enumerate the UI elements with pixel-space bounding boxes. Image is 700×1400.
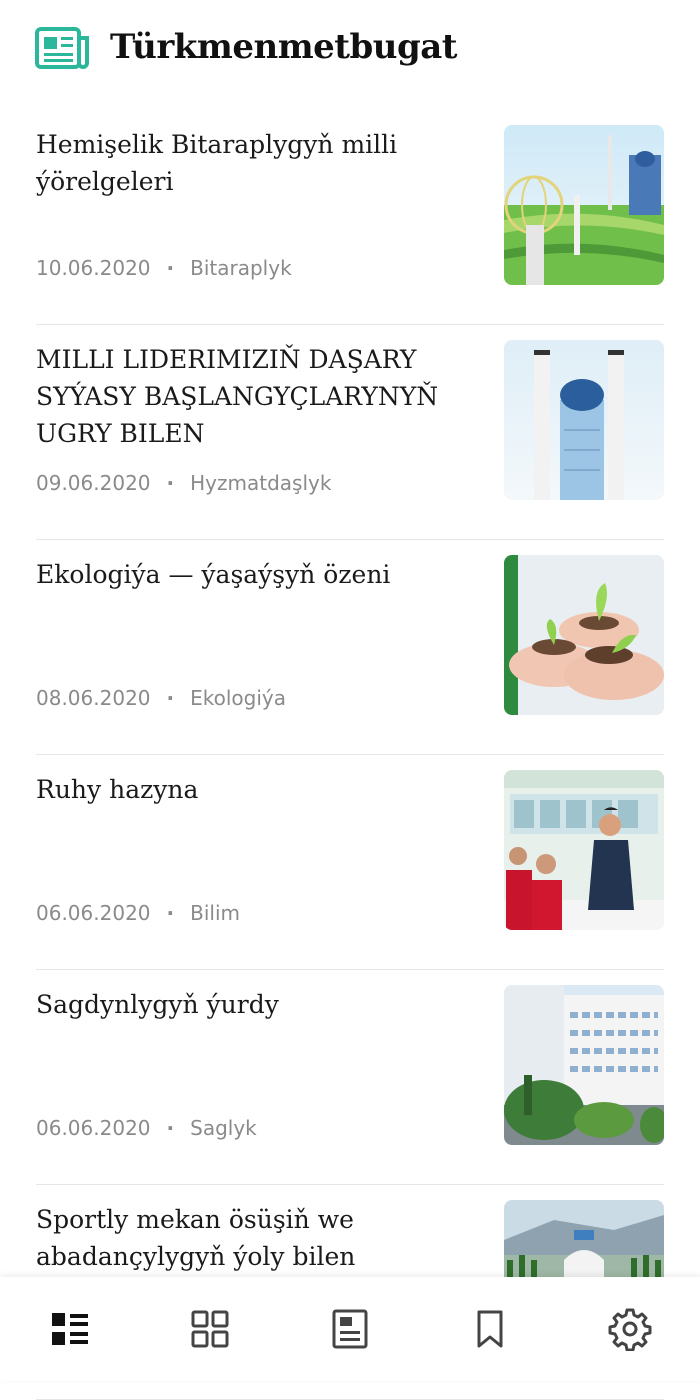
article-category: Saglyk	[190, 1116, 257, 1140]
article-meta: 06.06.2020 · Saglyk	[36, 1116, 257, 1140]
article-date: 06.06.2020	[36, 1116, 151, 1140]
article-thumbnail-city-monument	[504, 125, 664, 285]
article-title: MILLI LIDERIMIZIŇ DAŞARY SYÝASY BAŞLANGY…	[36, 345, 439, 448]
article-category: Hyzmatdaşlyk	[190, 471, 332, 495]
article-meta: 06.06.2020 · Bilim	[36, 901, 240, 925]
article-title: Sagdynlygyň ýurdy	[36, 990, 279, 1019]
separator-dot: ·	[166, 1116, 175, 1140]
article-date: 06.06.2020	[36, 901, 151, 925]
article-category: Bilim	[190, 901, 240, 925]
article-feed: Hemişelik Bitaraplygyň milli ýörelgeleri…	[0, 110, 700, 1400]
article-item[interactable]: MILLI LIDERIMIZIŇ DAŞARY SYÝASY BAŞLANGY…	[36, 325, 664, 540]
article-thumbnail-skyscraper	[504, 340, 664, 500]
article-item[interactable]: Ruhy hazyna 06.06.2020 · Bilim	[36, 755, 664, 970]
article-title: Sportly mekan ösüşiň we abadançylygyň ýo…	[36, 1205, 356, 1271]
article-date: 10.06.2020	[36, 256, 151, 280]
list-view-icon[interactable]	[48, 1307, 92, 1351]
article-thumbnail-book-exhibition	[504, 770, 664, 930]
article-date: 09.06.2020	[36, 471, 151, 495]
article-title: Ruhy hazyna	[36, 775, 199, 804]
article-item[interactable]: Hemişelik Bitaraplygyň milli ýörelgeleri…	[36, 110, 664, 325]
app-header: Türkmenmetbugat	[0, 0, 700, 100]
settings-gear-icon[interactable]	[608, 1307, 652, 1351]
bookmark-icon[interactable]	[468, 1307, 512, 1351]
article-thumbnail-seedlings-in-hands	[504, 555, 664, 715]
article-title: Ekologiýa — ýaşaýşyň özeni	[36, 560, 391, 589]
article-meta: 09.06.2020 · Hyzmatdaşlyk	[36, 471, 331, 495]
article-meta: 08.06.2020 · Ekologiýa	[36, 686, 286, 710]
article-title: Hemişelik Bitaraplygyň milli ýörelgeleri	[36, 130, 398, 196]
article-item[interactable]: Ekologiýa — ýaşaýşyň özeni 08.06.2020 · Ek…	[36, 540, 664, 755]
newspaper-logo-icon	[35, 27, 89, 69]
grid-view-icon[interactable]	[188, 1307, 232, 1351]
separator-dot: ·	[166, 471, 175, 495]
article-thumbnail-health-resort	[504, 985, 664, 1145]
separator-dot: ·	[166, 256, 175, 280]
article-category: Ekologiýa	[190, 686, 287, 710]
article-item[interactable]: Sagdynlygyň ýurdy 06.06.2020 · Saglyk	[36, 970, 664, 1185]
app-title: Türkmenmetbugat	[110, 27, 458, 67]
article-category: Bitaraplyk	[190, 256, 292, 280]
article-date: 08.06.2020	[36, 686, 151, 710]
article-meta: 10.06.2020 · Bitaraplyk	[36, 256, 292, 280]
bottom-navigation-bar	[0, 1277, 700, 1381]
newspaper-icon[interactable]	[328, 1307, 372, 1351]
separator-dot: ·	[166, 901, 175, 925]
separator-dot: ·	[166, 686, 175, 710]
